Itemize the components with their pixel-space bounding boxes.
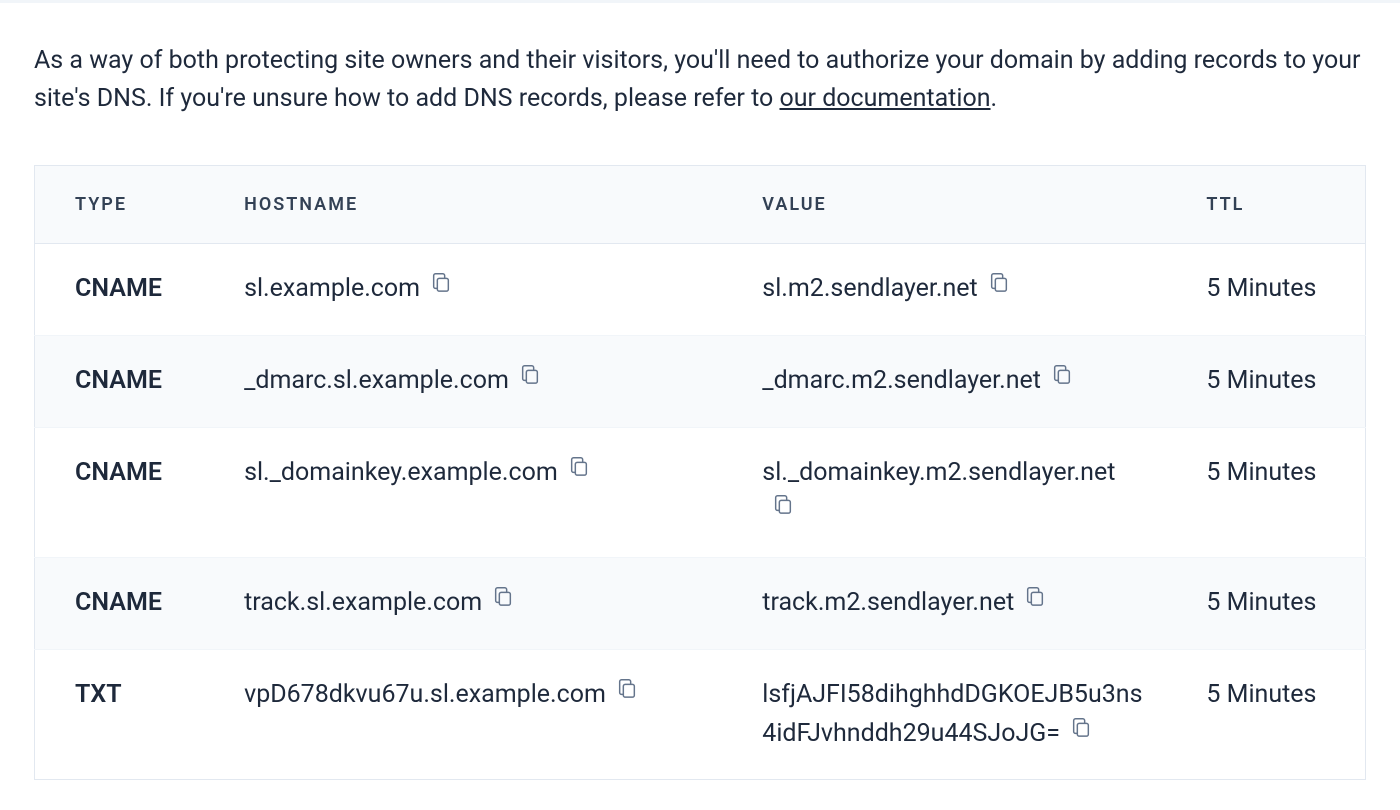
- intro-paragraph: As a way of both protecting site owners …: [34, 42, 1366, 117]
- table-header-ttl: TTL: [1166, 166, 1365, 244]
- record-ttl: 5 Minutes: [1166, 335, 1365, 427]
- record-value-cell: lsfjAJFI58dihghhdDGKOEJB5u3ns4idFJvhnddh…: [722, 649, 1166, 780]
- record-ttl: 5 Minutes: [1166, 427, 1365, 558]
- record-type: CNAME: [35, 335, 205, 427]
- copy-icon[interactable]: [430, 268, 452, 307]
- copy-icon[interactable]: [1070, 713, 1092, 752]
- table-row: CNAME _dmarc.sl.example.com _dmarc.m2.send…: [35, 335, 1366, 427]
- record-hostname: sl._domainkey.example.com: [244, 458, 558, 487]
- table-row: TXT vpD678dkvu67u.sl.example.com lsfjAJFI5…: [35, 649, 1366, 780]
- record-hostname-cell: _dmarc.sl.example.com: [204, 335, 722, 427]
- record-type: CNAME: [35, 558, 205, 650]
- record-value-cell: track.m2.sendlayer.net: [722, 558, 1166, 650]
- record-value-cell: _dmarc.m2.sendlayer.net: [722, 335, 1166, 427]
- intro-text-before: As a way of both protecting site owners …: [34, 46, 1360, 113]
- record-value: _dmarc.m2.sendlayer.net: [762, 366, 1041, 395]
- record-hostname-cell: sl._domainkey.example.com: [204, 427, 722, 558]
- record-type: CNAME: [35, 427, 205, 558]
- copy-icon[interactable]: [519, 360, 541, 399]
- table-row: CNAME sl._domainkey.example.com sl._domain…: [35, 427, 1366, 558]
- dns-records-table: TYPE HOSTNAME VALUE TTL CNAME sl.example.…: [34, 165, 1366, 780]
- copy-icon[interactable]: [1024, 582, 1046, 621]
- copy-icon[interactable]: [616, 674, 638, 713]
- documentation-link[interactable]: our documentation: [779, 84, 990, 113]
- intro-text-after: .: [991, 84, 998, 113]
- dns-table-body: CNAME sl.example.com sl.m2.sendlayer.net 5 …: [35, 244, 1366, 780]
- record-type: CNAME: [35, 244, 205, 336]
- record-hostname: vpD678dkvu67u.sl.example.com: [244, 680, 606, 709]
- copy-icon[interactable]: [492, 582, 514, 621]
- record-value: track.m2.sendlayer.net: [762, 588, 1014, 617]
- record-hostname-cell: vpD678dkvu67u.sl.example.com: [204, 649, 722, 780]
- record-value: sl._domainkey.m2.sendlayer.net: [762, 458, 1115, 487]
- copy-icon[interactable]: [1051, 360, 1073, 399]
- record-value-cell: sl.m2.sendlayer.net: [722, 244, 1166, 336]
- record-ttl: 5 Minutes: [1166, 558, 1365, 650]
- record-ttl: 5 Minutes: [1166, 649, 1365, 780]
- record-type: TXT: [35, 649, 205, 780]
- table-header-value: VALUE: [722, 166, 1166, 244]
- copy-icon[interactable]: [988, 268, 1010, 307]
- record-value: sl.m2.sendlayer.net: [762, 274, 977, 303]
- record-value-cell: sl._domainkey.m2.sendlayer.net: [722, 427, 1166, 558]
- table-header-type: TYPE: [35, 166, 205, 244]
- table-row: CNAME sl.example.com sl.m2.sendlayer.net 5 …: [35, 244, 1366, 336]
- copy-icon[interactable]: [568, 452, 590, 491]
- table-row: CNAME track.sl.example.com track.m2.sendla…: [35, 558, 1366, 650]
- record-hostname: sl.example.com: [244, 274, 420, 303]
- record-ttl: 5 Minutes: [1166, 244, 1365, 336]
- record-hostname: _dmarc.sl.example.com: [244, 366, 509, 395]
- table-header-hostname: HOSTNAME: [204, 166, 722, 244]
- record-hostname-cell: sl.example.com: [204, 244, 722, 336]
- record-hostname-cell: track.sl.example.com: [204, 558, 722, 650]
- record-hostname: track.sl.example.com: [244, 588, 482, 617]
- copy-icon[interactable]: [772, 490, 794, 529]
